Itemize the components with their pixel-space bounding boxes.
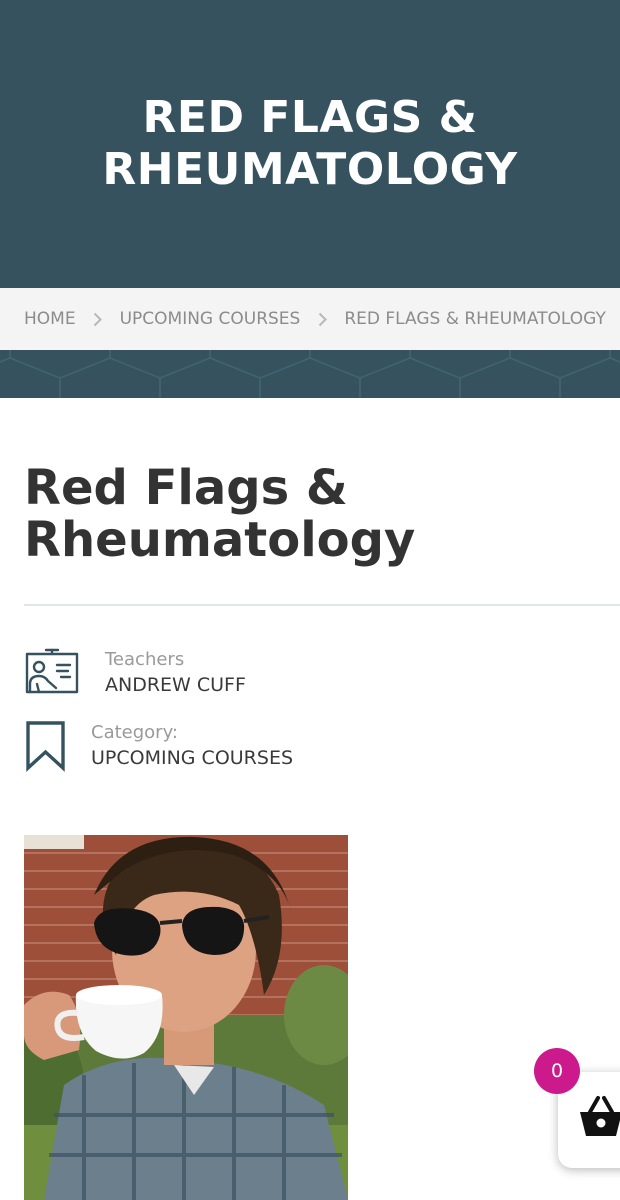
- floating-cart[interactable]: 0: [534, 1048, 620, 1170]
- category-label: Category:: [91, 722, 178, 743]
- teacher-label: Teachers: [105, 649, 185, 670]
- teacher-name-link[interactable]: ANDREW CUFF: [105, 672, 246, 698]
- category-link[interactable]: UPCOMING COURSES: [91, 745, 293, 771]
- course-category: Category: UPCOMING COURSES: [24, 720, 293, 777]
- shopping-basket-icon: [578, 1094, 620, 1143]
- page-hero: RED FLAGS & RHEUMATOLOGY: [0, 0, 620, 288]
- course-teacher: Teachers ANDREW CUFF: [24, 648, 246, 703]
- cart-count-badge: 0: [534, 1048, 580, 1094]
- hero-title: RED FLAGS & RHEUMATOLOGY: [102, 92, 518, 195]
- chevron-right-icon: [311, 312, 333, 327]
- breadcrumb: HOME UPCOMING COURSES RED FLAGS & RHEUMA…: [0, 288, 620, 350]
- decorative-hexagon-band: [0, 350, 620, 398]
- teacher-presentation-icon: [24, 648, 80, 703]
- breadcrumb-item-home[interactable]: HOME: [24, 309, 76, 329]
- breadcrumb-item-current: RED FLAGS & RHEUMATOLOGY: [344, 309, 606, 329]
- course-title: Red Flags & Rheumatology: [24, 460, 416, 568]
- bookmark-icon: [24, 720, 67, 777]
- teacher-photo: [24, 835, 348, 1200]
- chevron-right-icon: [87, 312, 109, 327]
- section-divider: [24, 604, 620, 606]
- breadcrumb-item-upcoming-courses[interactable]: UPCOMING COURSES: [120, 309, 301, 329]
